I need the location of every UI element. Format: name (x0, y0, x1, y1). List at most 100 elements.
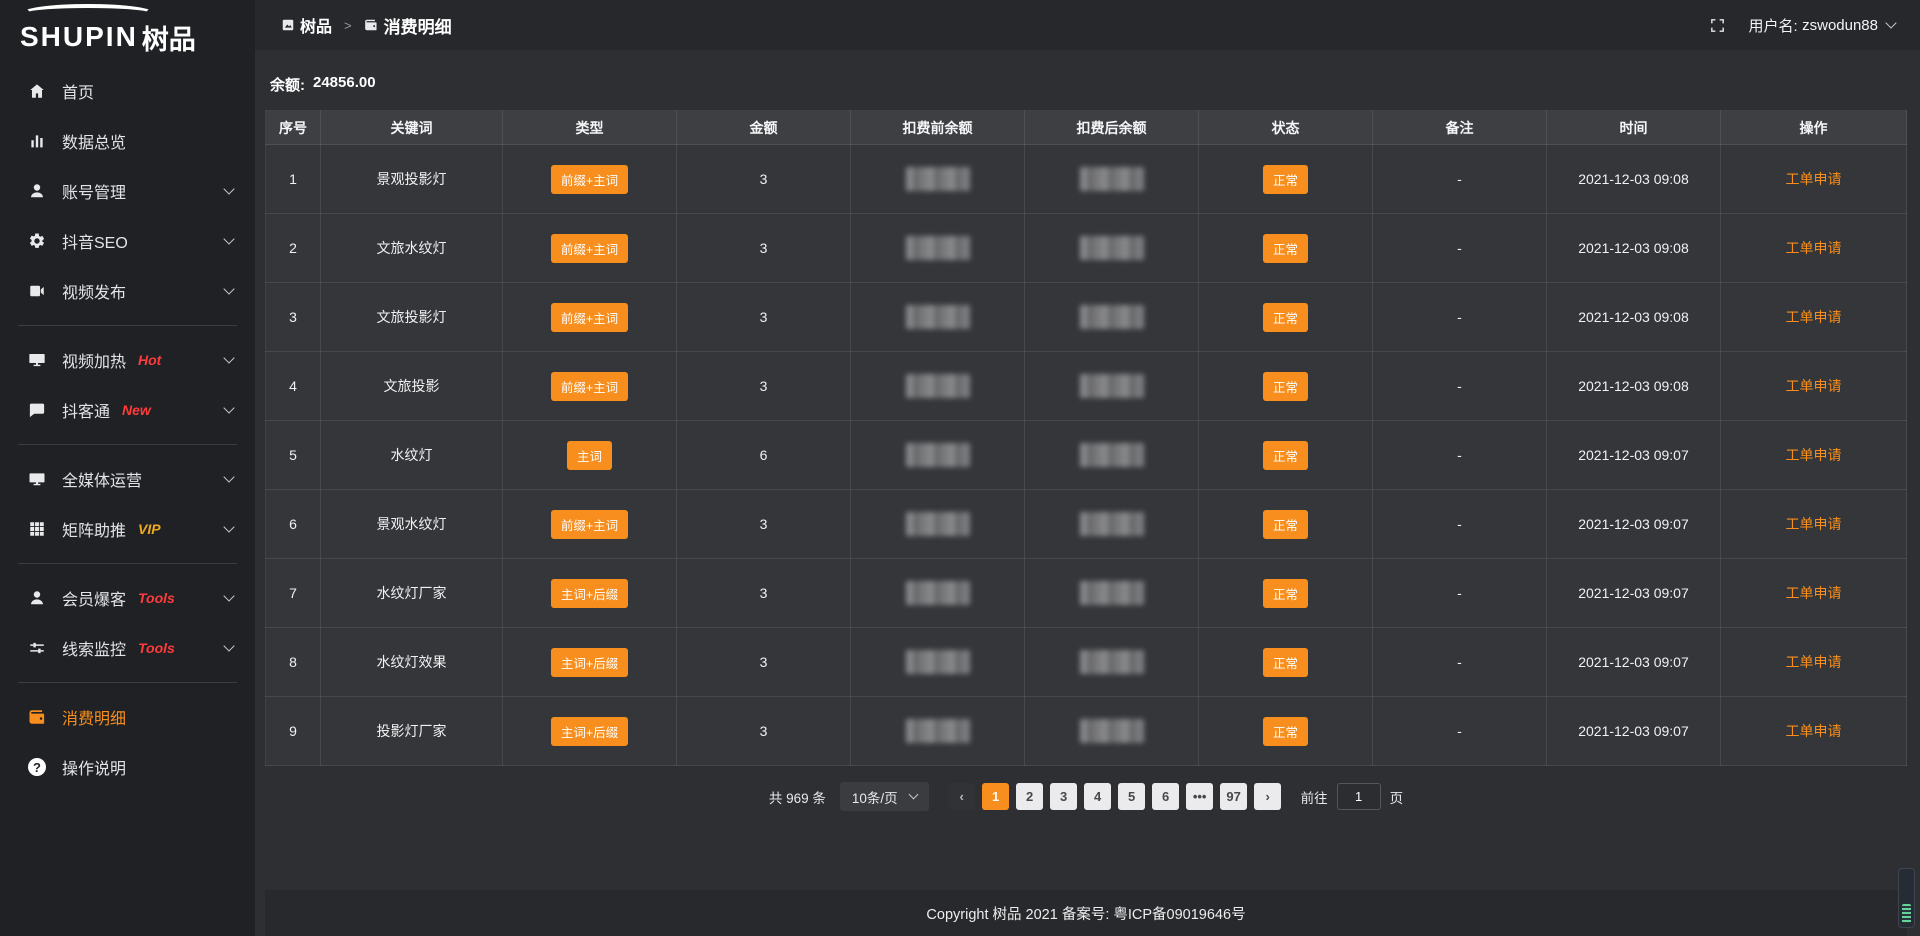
cell-action: 工单申请 (1721, 559, 1907, 628)
user-dropdown[interactable]: 用户名: zswodun88 (1748, 15, 1895, 36)
sidebar-item-all-media-operation[interactable]: 全媒体运营 (0, 454, 255, 504)
cell-amount: 3 (677, 145, 851, 214)
sidebar-item-douketong[interactable]: 抖客通 New (0, 385, 255, 435)
sidebar-item-video-publish[interactable]: 视频发布 (0, 266, 255, 316)
work-order-link[interactable]: 工单申请 (1786, 171, 1842, 187)
cell-amount: 3 (677, 352, 851, 421)
total-count: 共 969 条 (769, 787, 826, 807)
page-button-4[interactable]: 4 (1084, 783, 1111, 810)
sidebar-item-label: 抖客通 (62, 398, 110, 422)
sidebar-item-douyin-seo[interactable]: 抖音SEO (0, 216, 255, 266)
redacted-value (906, 374, 970, 398)
work-order-link[interactable]: 工单申请 (1786, 723, 1842, 739)
cell-remark: - (1373, 421, 1547, 490)
page-ellipsis-button[interactable]: ••• (1186, 783, 1213, 810)
page-button-5[interactable]: 5 (1118, 783, 1145, 810)
table-header-row: 序号关键词类型金额扣费前余额扣费后余额状态备注时间操作 (266, 111, 1907, 145)
work-order-link[interactable]: 工单申请 (1786, 654, 1842, 670)
cell-status: 正常 (1199, 559, 1373, 628)
fullscreen-icon[interactable] (1709, 17, 1726, 34)
cell-balance-before (851, 283, 1025, 352)
status-badge: 正常 (1263, 510, 1308, 539)
battery-widget[interactable] (1898, 868, 1915, 928)
work-order-link[interactable]: 工单申请 (1786, 585, 1842, 601)
chevron-down-icon (223, 471, 234, 482)
cell-status: 正常 (1199, 628, 1373, 697)
redacted-value (1080, 650, 1144, 674)
status-badge: 正常 (1263, 372, 1308, 401)
sidebar-item-label: 操作说明 (62, 755, 126, 779)
column-header: 关键词 (321, 111, 503, 145)
redacted-value (1080, 374, 1144, 398)
cell-keyword: 水纹灯厂家 (321, 559, 503, 628)
work-order-link[interactable]: 工单申请 (1786, 240, 1842, 256)
sidebar-item-tag: New (122, 402, 151, 418)
copyright-text: Copyright 树品 2021 备案号: 粤ICP备09019646号 (926, 903, 1245, 924)
work-order-link[interactable]: 工单申请 (1786, 309, 1842, 325)
page-button-2[interactable]: 2 (1016, 783, 1043, 810)
redacted-value (1080, 305, 1144, 329)
cell-action: 工单申请 (1721, 421, 1907, 490)
cell-status: 正常 (1199, 214, 1373, 283)
column-header: 序号 (266, 111, 321, 145)
footer: Copyright 树品 2021 备案号: 粤ICP备09019646号 (265, 890, 1907, 936)
sidebar-item-operation-guide[interactable]: ?操作说明 (0, 742, 255, 792)
balance-label: 余额: (270, 74, 305, 95)
column-header: 扣费前余额 (851, 111, 1025, 145)
work-order-link[interactable]: 工单申请 (1786, 447, 1842, 463)
page-button-3[interactable]: 3 (1050, 783, 1077, 810)
page-size-select[interactable]: 10条/页 (840, 782, 929, 811)
cell-time: 2021-12-03 09:08 (1547, 283, 1721, 352)
sidebar-item-consumption-details[interactable]: 消费明细 (0, 692, 255, 742)
column-header: 金额 (677, 111, 851, 145)
breadcrumb-root[interactable]: 树品 (300, 13, 332, 37)
sidebar-item-clue-monitoring[interactable]: 线索监控Tools (0, 623, 255, 673)
cell-seq: 7 (266, 559, 321, 628)
goto-page-input[interactable] (1337, 783, 1381, 810)
chevron-down-icon (223, 521, 234, 532)
sidebar-item-label: 抖音SEO (62, 229, 128, 253)
cell-status: 正常 (1199, 421, 1373, 490)
redacted-value (906, 581, 970, 605)
cell-remark: - (1373, 214, 1547, 283)
sidebar-item-data-overview[interactable]: 数据总览 (0, 116, 255, 166)
work-order-link[interactable]: 工单申请 (1786, 516, 1842, 532)
cell-time: 2021-12-03 09:08 (1547, 145, 1721, 214)
status-badge: 正常 (1263, 441, 1308, 470)
sidebar-item-member-baoke[interactable]: 会员爆客Tools (0, 573, 255, 623)
cell-status: 正常 (1199, 490, 1373, 559)
prev-page-button[interactable]: ‹ (948, 783, 975, 810)
redacted-value (1080, 512, 1144, 536)
cell-amount: 3 (677, 559, 851, 628)
cell-balance-before (851, 214, 1025, 283)
username: zswodun88 (1802, 17, 1878, 34)
sidebar-item-home[interactable]: 首页 (0, 66, 255, 116)
member-icon (27, 588, 47, 608)
sidebar: SHUPIN 树品 首页数据总览账号管理抖音SEO视频发布视频加热Hot抖客通N… (0, 0, 255, 936)
work-order-link[interactable]: 工单申请 (1786, 378, 1842, 394)
cell-remark: - (1373, 352, 1547, 421)
logo-text-cn: 树品 (142, 18, 196, 57)
sidebar-item-account-management[interactable]: 账号管理 (0, 166, 255, 216)
content-area: 余额: 24856.00 序号关键词类型金额扣费前余额扣费后余额状态备注时间操作… (255, 50, 1920, 936)
sidebar-item-label: 消费明细 (62, 705, 126, 729)
type-badge: 前缀+主词 (551, 165, 628, 194)
page-buttons: 123456 ••• 97 (979, 783, 1251, 810)
cell-balance-after (1025, 421, 1199, 490)
cell-action: 工单申请 (1721, 145, 1907, 214)
next-page-button[interactable]: › (1254, 783, 1281, 810)
cell-type: 主词+后缀 (503, 559, 677, 628)
table-row: 8水纹灯效果主词+后缀3正常-2021-12-03 09:07工单申请 (266, 628, 1907, 697)
app-window: SHUPIN 树品 首页数据总览账号管理抖音SEO视频发布视频加热Hot抖客通N… (0, 0, 1920, 936)
page-button-1[interactable]: 1 (982, 783, 1009, 810)
cell-balance-after (1025, 145, 1199, 214)
sidebar-item-video-heating[interactable]: 视频加热Hot (0, 335, 255, 385)
sidebar-item-matrix-boost[interactable]: 矩阵助推VIP (0, 504, 255, 554)
chevron-down-icon (223, 640, 234, 651)
menu-divider (18, 563, 237, 564)
sidebar-item-label: 矩阵助推 (62, 517, 126, 541)
page-button-97[interactable]: 97 (1220, 783, 1247, 810)
goto-page: 前往 页 (1301, 783, 1404, 810)
page-button-6[interactable]: 6 (1152, 783, 1179, 810)
redacted-value (906, 167, 970, 191)
